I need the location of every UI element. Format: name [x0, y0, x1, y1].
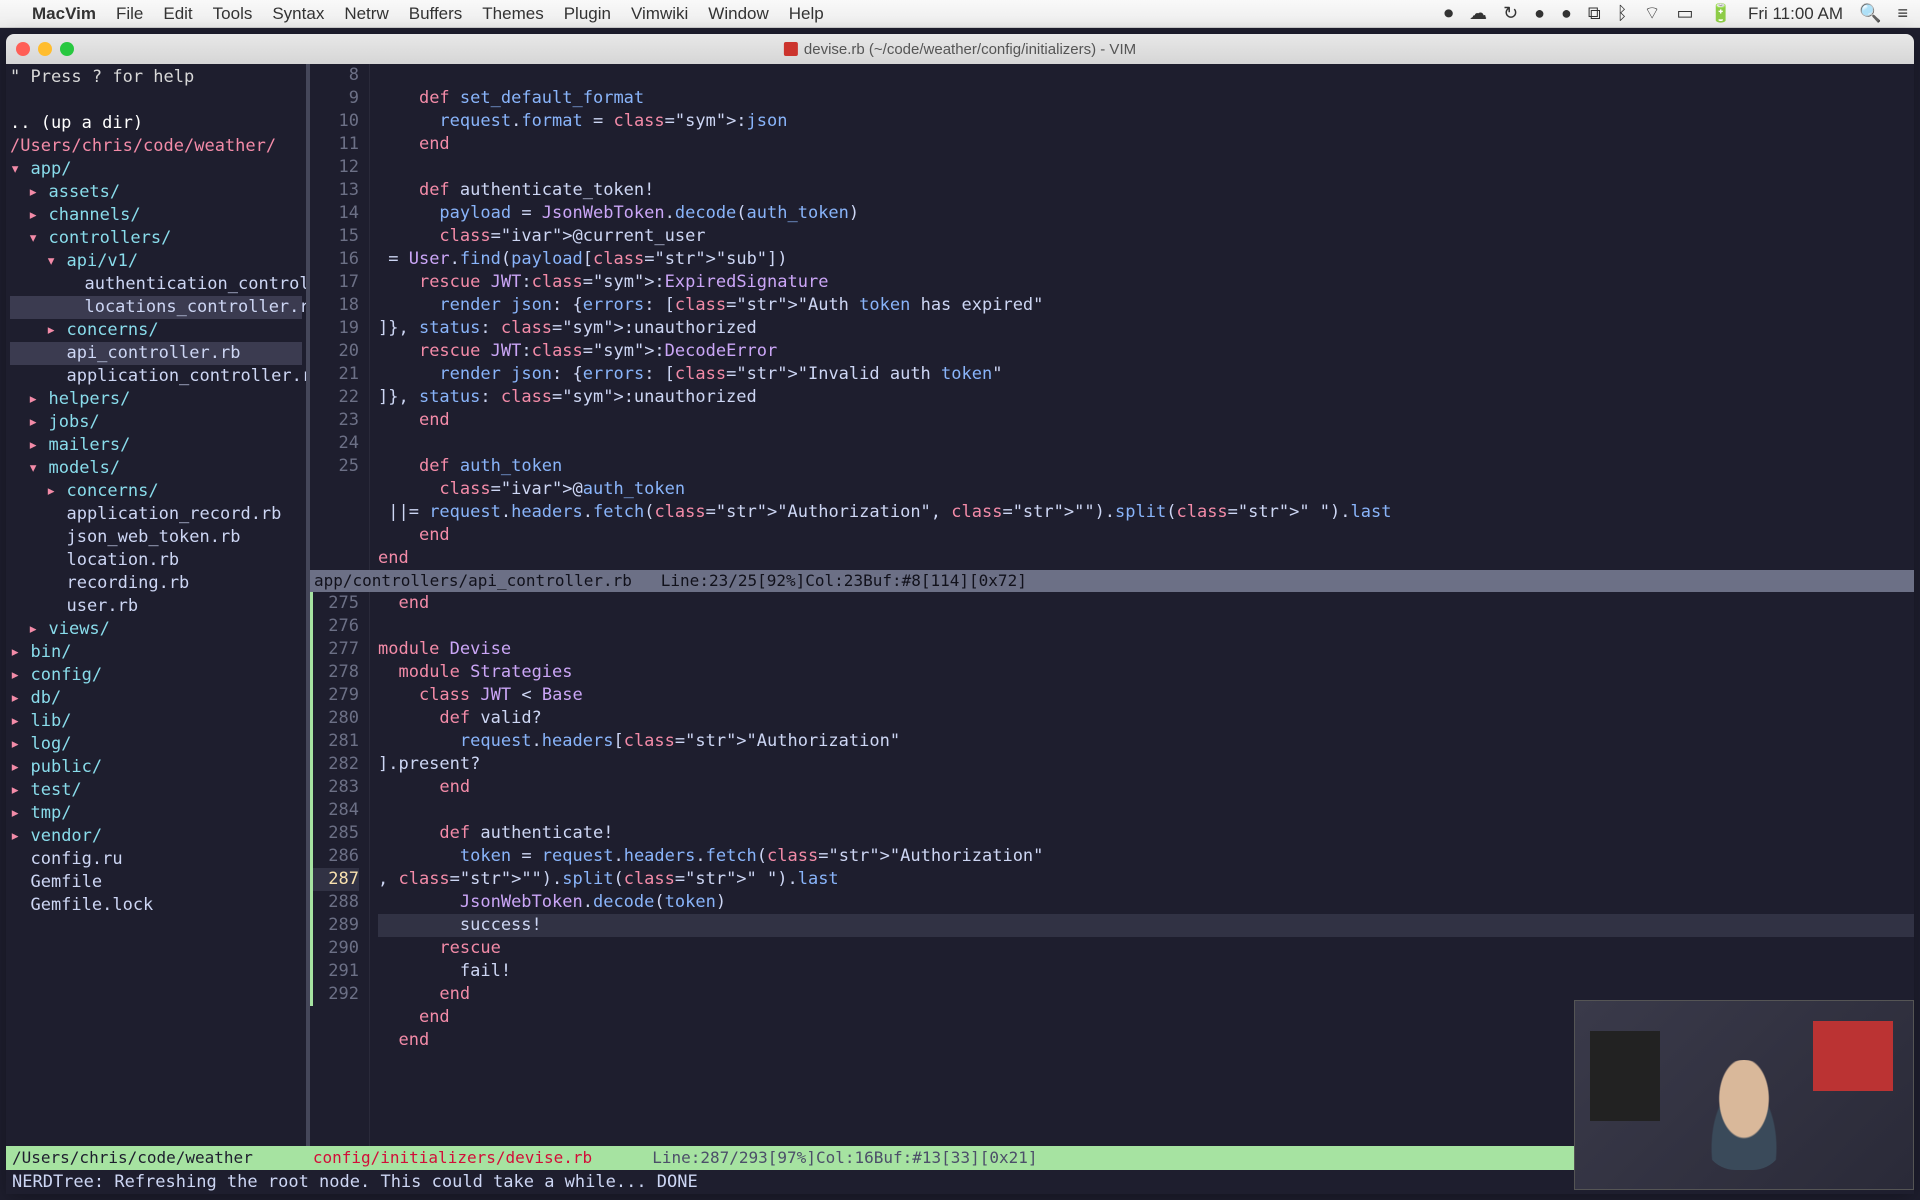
tree-dir-assets-[interactable]: ▸ assets/ [10, 181, 302, 204]
control-center-icon[interactable]: ≡ [1897, 3, 1908, 24]
tree-dir-jobs-[interactable]: ▸ jobs/ [10, 411, 302, 434]
tree-dir-concerns-[interactable]: ▸ concerns/ [10, 319, 302, 342]
menu-vimwiki[interactable]: Vimwiki [631, 4, 688, 24]
tree-file-recording-rb[interactable]: recording.rb [10, 572, 302, 595]
display-icon[interactable]: ▭ [1677, 3, 1694, 24]
menu-themes[interactable]: Themes [482, 4, 543, 24]
top-code[interactable]: def set_default_format request.format = … [370, 64, 1914, 570]
top-status-text: app/controllers/api_controller.rb Line:2… [314, 570, 1027, 592]
bottom-gutter: 2752762772782792802812822832842852862872… [310, 592, 370, 1146]
status-info: Line:287/293[97%]Col:16Buf:#13[33][0x21] [652, 1146, 1037, 1170]
screencast-icon[interactable]: ⏺ [1444, 3, 1453, 24]
tree-dir-config-[interactable]: ▸ config/ [10, 664, 302, 687]
spotlight-icon[interactable]: 🔍 [1859, 3, 1881, 24]
minimize-button[interactable] [38, 42, 52, 56]
tree-dir-test-[interactable]: ▸ test/ [10, 779, 302, 802]
menu-tools[interactable]: Tools [213, 4, 253, 24]
battery-icon[interactable]: 🔋 [1710, 3, 1732, 24]
tree-file-json-web-token-rb[interactable]: json_web_token.rb [10, 526, 302, 549]
tree-dir-public-[interactable]: ▸ public/ [10, 756, 302, 779]
wifi-icon[interactable]: ⌔ [1644, 2, 1661, 25]
hat-icon[interactable]: ● [1534, 3, 1545, 24]
menubar-clock[interactable]: Fri 11:00 AM [1748, 4, 1843, 24]
tree-dir-bin-[interactable]: ▸ bin/ [10, 641, 302, 664]
tree-file-config-ru[interactable]: config.ru [10, 848, 302, 871]
window-titlebar[interactable]: devise.rb (~/code/weather/config/initial… [6, 34, 1914, 64]
menu-buffers[interactable]: Buffers [409, 4, 463, 24]
menu-window[interactable]: Window [708, 4, 768, 24]
tree-file-locations-controller-rb[interactable]: locations_controller.rb [10, 296, 302, 319]
tree-dir-controllers-[interactable]: ▾ controllers/ [10, 227, 302, 250]
tree-dir-tmp-[interactable]: ▸ tmp/ [10, 802, 302, 825]
close-button[interactable] [16, 42, 30, 56]
tree-file-application-controller-rb[interactable]: application_controller.rb [10, 365, 302, 388]
macos-menubar: MacVim File Edit Tools Syntax Netrw Buff… [0, 0, 1920, 28]
tree-dir-lib-[interactable]: ▸ lib/ [10, 710, 302, 733]
menu-file[interactable]: File [116, 4, 143, 24]
top-statusline: app/controllers/api_controller.rb Line:2… [310, 570, 1914, 592]
tree-file-location-rb[interactable]: location.rb [10, 549, 302, 572]
tree-file-api-controller-rb[interactable]: api_controller.rb [10, 342, 302, 365]
bluetooth-icon[interactable]: ᛒ [1617, 3, 1628, 24]
tree-dir-concerns-[interactable]: ▸ concerns/ [10, 480, 302, 503]
nerdtree-sidebar[interactable]: " Press ? for help .. (up a dir)/Users/c… [6, 64, 306, 1146]
user-icon[interactable]: ● [1561, 3, 1572, 24]
nerdtree-root[interactable]: /Users/chris/code/weather/ [10, 135, 302, 158]
top-pane[interactable]: 8910111213141516171819202122232425 def s… [310, 64, 1914, 570]
traffic-lights [16, 42, 74, 56]
window-title-text: devise.rb (~/code/weather/config/initial… [804, 41, 1136, 58]
tree-dir-db-[interactable]: ▸ db/ [10, 687, 302, 710]
tree-dir-api-v1-[interactable]: ▾ api/v1/ [10, 250, 302, 273]
tree-dir-app-[interactable]: ▾ app/ [10, 158, 302, 181]
status-cwd: /Users/chris/code/weather [12, 1146, 253, 1170]
tree-dir-vendor-[interactable]: ▸ vendor/ [10, 825, 302, 848]
tree-dir-views-[interactable]: ▸ views/ [10, 618, 302, 641]
menu-help[interactable]: Help [789, 4, 824, 24]
cloud-icon[interactable]: ☁ [1469, 3, 1487, 24]
tree-dir-models-[interactable]: ▾ models/ [10, 457, 302, 480]
menu-plugin[interactable]: Plugin [564, 4, 611, 24]
webcam-overlay [1574, 1000, 1914, 1190]
tree-file-application-record-rb[interactable]: application_record.rb [10, 503, 302, 526]
tree-file-authentication-control-[interactable]: authentication_control> [10, 273, 302, 296]
tree-dir-channels-[interactable]: ▸ channels/ [10, 204, 302, 227]
tree-dir-mailers-[interactable]: ▸ mailers/ [10, 434, 302, 457]
top-gutter: 8910111213141516171819202122232425 [310, 64, 370, 570]
window-title: devise.rb (~/code/weather/config/initial… [784, 41, 1136, 58]
menu-netrw[interactable]: Netrw [344, 4, 388, 24]
dropbox-icon[interactable]: ⧉ [1588, 3, 1601, 24]
tree-file-gemfile-lock[interactable]: Gemfile.lock [10, 894, 302, 917]
tree-dir-log-[interactable]: ▸ log/ [10, 733, 302, 756]
menu-syntax[interactable]: Syntax [272, 4, 324, 24]
tree-file-user-rb[interactable]: user.rb [10, 595, 302, 618]
app-name[interactable]: MacVim [32, 4, 96, 24]
ruby-file-icon [784, 42, 798, 56]
sync-icon[interactable]: ↻ [1503, 3, 1518, 24]
status-file: config/initializers/devise.rb [313, 1146, 592, 1170]
zoom-button[interactable] [60, 42, 74, 56]
tree-file-gemfile[interactable]: Gemfile [10, 871, 302, 894]
cmdline-text: NERDTree: Refreshing the root node. This… [12, 1172, 698, 1192]
tree-dir-helpers-[interactable]: ▸ helpers/ [10, 388, 302, 411]
nerdtree-updir[interactable]: .. (up a dir) [10, 112, 302, 135]
menu-edit[interactable]: Edit [163, 4, 192, 24]
nerdtree-help: " Press ? for help [10, 66, 302, 89]
